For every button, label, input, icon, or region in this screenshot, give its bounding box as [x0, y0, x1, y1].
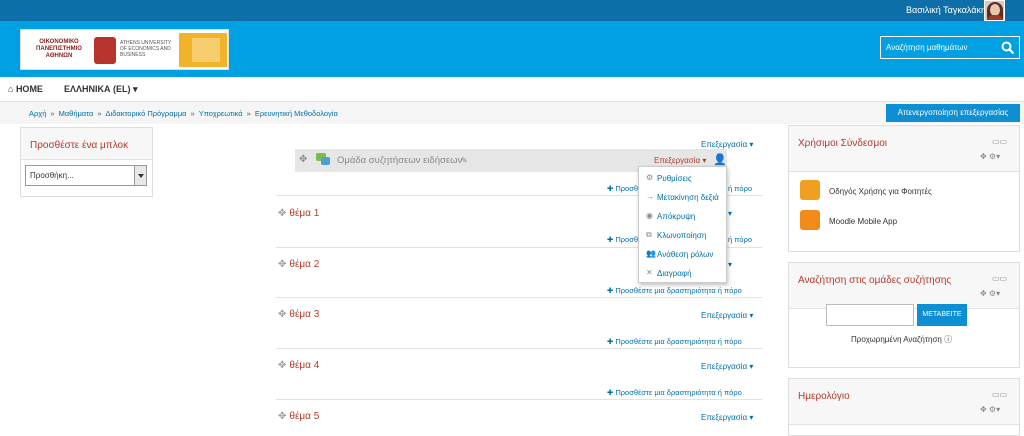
user-icon[interactable]: 👤	[713, 153, 727, 166]
dock-icon[interactable]: ▭▭	[992, 137, 1007, 146]
main-navbar: ⌂ HOME ΕΛΛΗΝΙΚΑ (EL) ▾	[0, 77, 1024, 102]
add-activity-link[interactable]: ✚ Προσθ	[607, 184, 638, 193]
block-actions-icon[interactable]: ✥ ⚙▾	[980, 405, 1000, 414]
move-icon[interactable]: ✥	[278, 309, 286, 320]
search-icon[interactable]	[1001, 41, 1015, 55]
move-icon[interactable]: ✥	[278, 208, 286, 219]
logo-text-greek: ΟΙΚΟΝΟΜΙΚΟ ΠΑΝΕΠΙΣΤΗΜΙΟ ΑΘΗΝΩΝ	[36, 39, 82, 59]
chevron-down-icon: ▾	[133, 84, 138, 94]
dock-icon[interactable]: ▭▭	[992, 390, 1007, 399]
section-0-edit[interactable]: Επεξεργασία ▾	[701, 140, 753, 149]
move-icon[interactable]: ✥	[299, 154, 307, 165]
chevron-right-icon: »	[190, 109, 195, 118]
chevron-right-icon: »	[246, 109, 251, 118]
logo-crest	[94, 37, 116, 64]
topic-3-edit[interactable]: Επεξεργασία ▾	[701, 311, 753, 320]
breadcrumb-item[interactable]: Μαθήματα	[59, 109, 94, 118]
activity-edit-menu: ⚙ Ρυθμίσεις → Μετακίνηση δεξιά ◉ Απόκρυψη ⧉…	[638, 166, 727, 283]
home-icon: ⌂	[8, 84, 16, 94]
copy-icon: ⧉	[646, 230, 652, 239]
add-activity-link[interactable]: ✚ Προσθέστε μια δραστηριότητα ή πόρο	[607, 388, 742, 397]
calendar-block: Ημερολόγιο ▭▭ ✥ ⚙▾	[788, 378, 1020, 436]
link-moodle-mobile[interactable]: Moodle Mobile App	[829, 217, 897, 226]
gear-icon: ⚙	[646, 173, 654, 182]
dock-icon[interactable]: ▭▭	[992, 274, 1007, 283]
top-bar: Βασιλική Ταγκαλάκη	[0, 0, 1024, 21]
close-icon: ✕	[646, 268, 653, 277]
breadcrumb: Αρχή» Μαθήματα» Διδακτορικό Πρόγραμμα» Υποχ…	[29, 109, 338, 118]
dropdown-arrow-icon	[134, 166, 146, 185]
forum-name[interactable]: Ομάδα συζητήσεων ειδήσεων	[337, 155, 462, 166]
menu-item-delete[interactable]: ✕ Διαγραφή	[639, 264, 728, 283]
menu-item-assign-roles[interactable]: 👥 Ανάθεση ρόλων	[639, 245, 728, 264]
chevron-right-icon: »	[50, 109, 55, 118]
forum-search-input[interactable]	[826, 304, 914, 326]
add-block: Προσθέστε ένα μπλοκ Προσθήκη...	[20, 127, 153, 197]
topic-4-edit[interactable]: Επεξεργασία ▾	[701, 362, 753, 371]
forum-search-block: Αναζήτηση στις ομάδες συζήτησης ▭▭ ✥ ⚙▾ …	[788, 262, 1020, 368]
forum-edit-menu[interactable]: Επεξεργασία ▾	[654, 156, 706, 165]
course-search-input[interactable]	[881, 37, 999, 58]
menu-item-move-right[interactable]: → Μετακίνηση δεξιά	[639, 188, 728, 207]
site-header: ΟΙΚΟΝΟΜΙΚΟ ΠΑΝΕΠΙΣΤΗΜΙΟ ΑΘΗΝΩΝ ATHENS UN…	[0, 21, 1024, 77]
language-menu[interactable]: ΕΛΛΗΝΙΚΑ (EL) ▾	[64, 84, 138, 95]
topic-5-edit[interactable]: Επεξεργασία ▾	[701, 413, 753, 422]
course-search	[880, 36, 1020, 59]
breadcrumb-item[interactable]: Υποχρεωτικά	[199, 109, 243, 118]
edit-title-icon[interactable]: ✎	[461, 156, 468, 165]
user-avatar[interactable]	[984, 0, 1005, 21]
breadcrumb-item[interactable]: Αρχή	[29, 109, 46, 118]
guide-icon	[800, 180, 820, 200]
help-icon[interactable]: ⓘ	[944, 335, 952, 344]
add-activity-link[interactable]: ✚ Προσθέστε μια δραστηριότητα ή πόρο	[607, 337, 742, 346]
advanced-search-link[interactable]: Προχωρημένη Αναζήτηση ⓘ	[851, 334, 952, 345]
forum-search-go-button[interactable]: ΜΕΤΑΒΕΙΤΕ	[917, 304, 967, 326]
block-actions-icon[interactable]: ✥ ⚙▾	[980, 152, 1000, 161]
topic-2[interactable]: ✥ θέμα 2	[278, 259, 319, 270]
topic-3[interactable]: ✥ θέμα 3	[278, 309, 319, 320]
add-block-select[interactable]: Προσθήκη...	[25, 165, 147, 186]
add-activity-link[interactable]: ✚ Προσθέστε μια δραστηριότητα ή πόρο	[607, 286, 742, 295]
university-logo[interactable]: ΟΙΚΟΝΟΜΙΚΟ ΠΑΝΕΠΙΣΤΗΜΙΟ ΑΘΗΝΩΝ ATHENS UN…	[20, 29, 229, 70]
useful-links-block: Χρήσιμοι Σύνδεσμοι ▭▭ ✥ ⚙▾ Οδηγός Χρήσης…	[788, 125, 1020, 252]
user-name[interactable]: Βασιλική Ταγκαλάκη	[906, 5, 986, 15]
calendar-title: Ημερολόγιο	[798, 391, 850, 402]
topic-4[interactable]: ✥ θέμα 4	[278, 360, 319, 371]
breadcrumb-item[interactable]: Ερευνητική Μεθοδολογία	[255, 109, 338, 118]
breadcrumb-bar: Αρχή» Μαθήματα» Διδακτορικό Πρόγραμμα» Υποχ…	[0, 102, 1024, 124]
nav-home[interactable]: ⌂ HOME	[8, 84, 43, 94]
arrow-right-icon: →	[646, 192, 654, 201]
block-actions-icon[interactable]: ✥ ⚙▾	[980, 289, 1000, 298]
turn-editing-off-button[interactable]: Απενεργοποίηση επεξεργασίας	[886, 104, 1020, 122]
topic-1[interactable]: ✥ θέμα 1	[278, 208, 319, 219]
menu-item-duplicate[interactable]: ⧉ Κλωνοποίηση	[639, 226, 728, 245]
menu-item-hide[interactable]: ◉ Απόκρυψη	[639, 207, 728, 226]
forum-icon	[316, 153, 330, 165]
users-icon: 👥	[646, 249, 656, 258]
chevron-right-icon: »	[97, 109, 102, 118]
breadcrumb-item[interactable]: Διδακτορικό Πρόγραμμα	[106, 109, 187, 118]
topic-5[interactable]: ✥ θέμα 5	[278, 411, 319, 422]
forum-search-title: Αναζήτηση στις ομάδες συζήτησης	[798, 275, 952, 286]
menu-item-settings[interactable]: ⚙ Ρυθμίσεις	[639, 169, 728, 188]
moodle-mobile-icon	[800, 210, 820, 230]
add-block-title: Προσθέστε ένα μπλοκ	[30, 140, 129, 151]
move-icon[interactable]: ✥	[278, 360, 286, 371]
logo-text-english: ATHENS UNIVERSITY OF ECONOMICS AND BUSIN…	[120, 40, 172, 58]
move-icon[interactable]: ✥	[278, 259, 286, 270]
link-student-guide[interactable]: Οδηγός Χρήσης για Φοιτητές	[829, 187, 932, 196]
eye-icon: ◉	[646, 211, 653, 220]
move-icon[interactable]: ✥	[278, 411, 286, 422]
add-activity-link[interactable]: ✚ Προσθ	[607, 235, 638, 244]
useful-links-title: Χρήσιμοι Σύνδεσμοι	[798, 138, 888, 149]
